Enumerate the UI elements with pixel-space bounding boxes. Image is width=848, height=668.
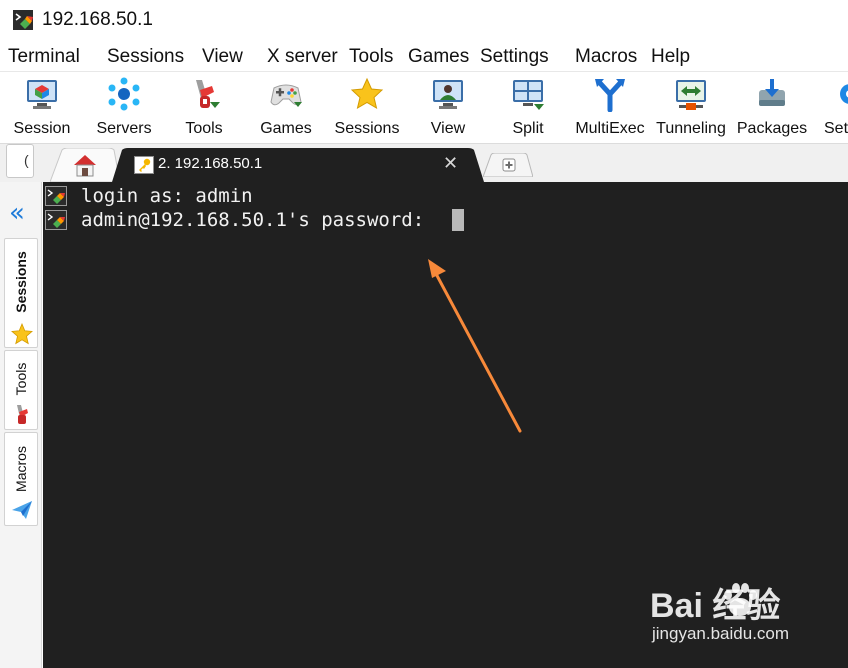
settings-icon xyxy=(840,84,848,104)
menu-sessions[interactable]: Sessions xyxy=(107,46,184,68)
menu-tools[interactable]: Tools xyxy=(349,46,393,68)
toolbar: Session Servers Tools Games Sessions Vie… xyxy=(0,72,848,144)
toolbar-session-button[interactable]: Session xyxy=(10,76,74,140)
session-tab-active[interactable]: 2. 192.168.50.1 ✕ xyxy=(112,148,484,182)
toolbar-tunneling-button[interactable]: Tunneling xyxy=(654,76,728,140)
menu-bar: Terminal Sessions View X server Tools Ga… xyxy=(0,42,848,72)
split-icon xyxy=(513,80,544,110)
terminal-text: admin@192.168.50.1's password: xyxy=(81,209,436,231)
tools-icon xyxy=(17,405,28,424)
terminal-cursor xyxy=(452,209,464,231)
tunneling-icon xyxy=(676,80,706,110)
quick-connect-box[interactable]: ( xyxy=(6,144,34,178)
left-sidebar: « Sessions Tools Macros xyxy=(0,182,42,668)
key-icon xyxy=(134,156,154,174)
toolbar-view-button[interactable]: View xyxy=(418,76,478,140)
view-icon xyxy=(433,80,463,109)
menu-help[interactable]: Help xyxy=(651,46,690,68)
sidebar-tab-sessions[interactable]: Sessions xyxy=(4,238,38,348)
session-icon xyxy=(27,80,57,109)
paw-icon xyxy=(724,583,757,616)
gamepad-icon xyxy=(270,84,302,107)
toolbar-sessions-button[interactable]: Sessions xyxy=(334,76,400,140)
star-icon xyxy=(350,77,384,110)
menu-macros[interactable]: Macros xyxy=(575,46,637,68)
menu-view[interactable]: View xyxy=(202,46,243,68)
star-icon xyxy=(11,323,33,345)
toolbar-servers-button[interactable]: Servers xyxy=(92,76,156,140)
terminal-line: login as: admin xyxy=(43,184,848,208)
toolbar-games-button[interactable]: Games xyxy=(256,76,316,140)
window-title: 192.168.50.1 xyxy=(42,9,153,30)
toolbar-multiexec-button[interactable]: MultiExec xyxy=(574,76,646,140)
paper-plane-icon xyxy=(12,501,32,519)
packages-icon xyxy=(759,79,785,106)
mobaxterm-icon xyxy=(13,10,33,30)
multiexec-icon xyxy=(595,79,625,112)
session-tab-label: 2. 192.168.50.1 xyxy=(158,155,263,172)
close-icon[interactable]: ✕ xyxy=(443,153,458,174)
menu-settings[interactable]: Settings xyxy=(480,46,549,68)
terminal-prompt-icon xyxy=(45,210,67,230)
toolbar-split-button[interactable]: Split xyxy=(498,76,558,140)
sidebar-tab-tools[interactable]: Tools xyxy=(4,350,38,430)
menu-games[interactable]: Games xyxy=(408,46,469,68)
terminal-prompt-icon xyxy=(45,186,67,206)
home-tab[interactable] xyxy=(50,148,120,182)
sidebar-tab-macros[interactable]: Macros xyxy=(4,432,38,526)
servers-icon xyxy=(108,77,140,111)
menu-x-server[interactable]: X server xyxy=(267,46,338,68)
menu-terminal[interactable]: Terminal xyxy=(8,46,80,68)
toolbar-tools-button[interactable]: Tools xyxy=(174,76,234,140)
tools-icon xyxy=(196,80,220,108)
terminal-line: admin@192.168.50.1's password: xyxy=(43,208,848,232)
toolbar-settings-button[interactable]: Sett xyxy=(818,76,848,140)
baidu-watermark: Bai 经验 jingyan.baidu.com xyxy=(650,578,840,650)
collapse-sidebar-icon[interactable]: « xyxy=(9,200,25,226)
watermark-url: jingyan.baidu.com xyxy=(652,624,790,643)
terminal-text: login as: admin xyxy=(81,185,253,207)
tab-bar: ( 2. 192.168.50.1 ✕ xyxy=(0,144,848,182)
new-tab-icon[interactable] xyxy=(483,153,533,177)
title-bar: 192.168.50.1 xyxy=(0,0,848,42)
toolbar-packages-button[interactable]: Packages xyxy=(737,76,807,140)
